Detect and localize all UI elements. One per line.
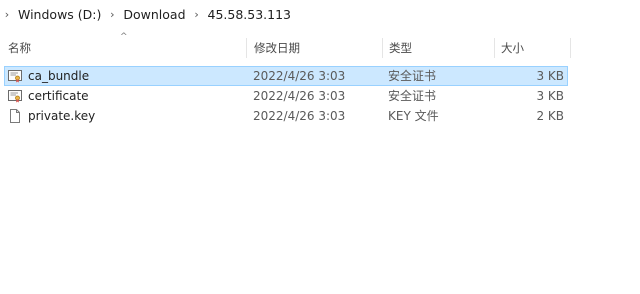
file-date: 2022/4/26 3:03 — [253, 89, 346, 103]
column-header-name[interactable]: 名称 — [2, 36, 246, 60]
chevron-right-icon[interactable]: › — [190, 8, 204, 21]
breadcrumb-item-folder[interactable]: 45.58.53.113 — [204, 7, 296, 22]
file-size: 3 KB — [536, 89, 564, 103]
chevron-right-icon[interactable]: › — [105, 8, 119, 21]
column-header-date[interactable]: 修改日期 — [248, 36, 382, 60]
file-type: KEY 文件 — [388, 109, 439, 123]
file-date: 2022/4/26 3:03 — [253, 69, 346, 83]
file-row[interactable]: private.key 2022/4/26 3:03 KEY 文件 2 KB — [4, 106, 568, 126]
file-row[interactable]: certificate 2022/4/26 3:03 安全证书 3 KB — [4, 86, 568, 106]
column-header-size[interactable]: 大小 — [495, 36, 570, 60]
chevron-right-icon[interactable]: › — [0, 8, 14, 21]
file-name: private.key — [28, 109, 96, 123]
file-name: certificate — [28, 89, 89, 103]
certificate-icon — [8, 89, 22, 103]
file-row[interactable]: ca_bundle 2022/4/26 3:03 安全证书 3 KB — [4, 66, 568, 86]
blank-file-icon — [8, 109, 22, 123]
column-header-type[interactable]: 类型 — [383, 36, 493, 60]
file-type: 安全证书 — [388, 89, 437, 103]
breadcrumb: › Windows (D:) › Download › 45.58.53.113 — [0, 0, 640, 28]
file-name: ca_bundle — [28, 69, 90, 83]
column-divider[interactable] — [246, 38, 247, 58]
breadcrumb-item-download[interactable]: Download — [119, 7, 189, 22]
breadcrumb-item-drive[interactable]: Windows (D:) — [14, 7, 105, 22]
file-size: 3 KB — [536, 69, 564, 83]
column-divider[interactable] — [570, 38, 571, 58]
certificate-icon — [8, 69, 22, 83]
file-list: ca_bundle 2022/4/26 3:03 安全证书 3 KB certi… — [4, 66, 568, 126]
file-date: 2022/4/26 3:03 — [253, 109, 346, 123]
column-header-row: 名称 修改日期 类型 大小 — [0, 36, 572, 61]
file-size: 2 KB — [536, 109, 564, 123]
file-type: 安全证书 — [388, 69, 437, 83]
